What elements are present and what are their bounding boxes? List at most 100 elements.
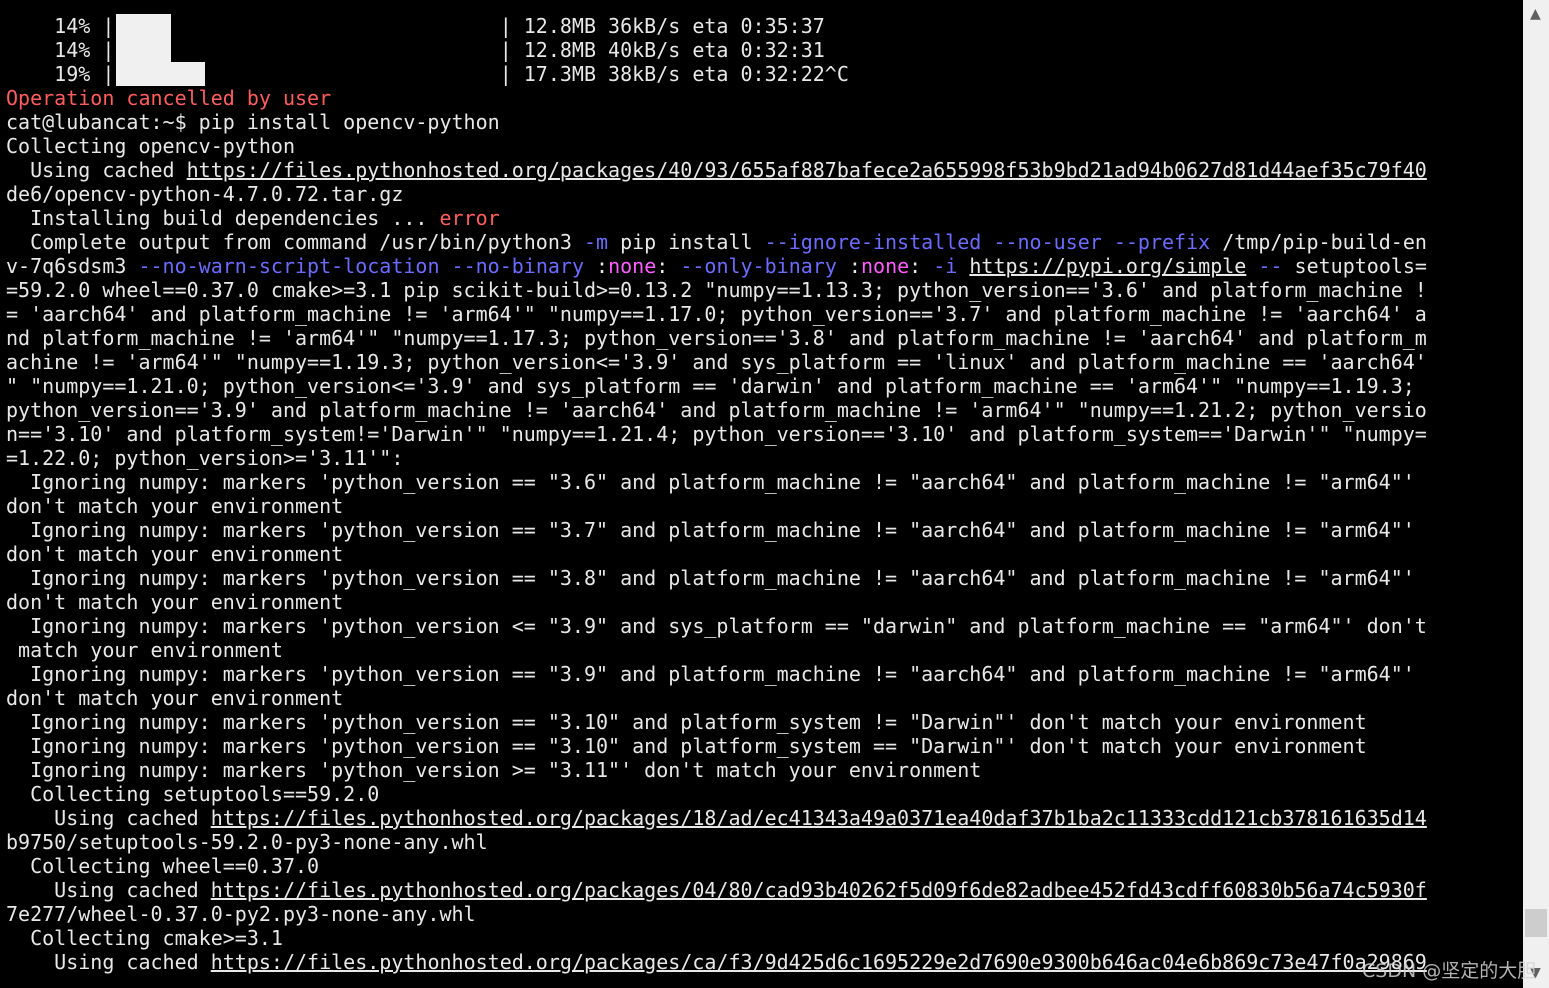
output-text: /tmp/pip-build-en xyxy=(1210,230,1427,254)
terminal-line: de6/opencv-python-4.7.0.72.tar.gz xyxy=(6,182,1427,206)
output-text: nd platform_machine != 'arm64'" "numpy==… xyxy=(6,326,1427,350)
output-text: Using cached xyxy=(6,158,187,182)
vertical-scrollbar[interactable]: ▲ ▼ xyxy=(1523,0,1549,988)
output-text: Ignoring numpy: markers 'python_version … xyxy=(6,470,1415,494)
terminal-line: achine != 'arm64'" "numpy==1.19.3; pytho… xyxy=(6,350,1427,374)
flag-text: -m xyxy=(583,230,609,254)
progress-bar-fill xyxy=(116,38,171,62)
scrollbar-thumb[interactable] xyxy=(1525,908,1547,937)
url-link[interactable]: https://files.pythonhosted.org/packages/… xyxy=(211,878,1427,902)
output-text: de6/opencv-python-4.7.0.72.tar.gz xyxy=(6,182,404,206)
flag-text: --no-user xyxy=(993,230,1102,254)
terminal-line: don't match your environment xyxy=(6,590,1427,614)
terminal-line: Ignoring numpy: markers 'python_version … xyxy=(6,710,1427,734)
output-text: Ignoring numpy: markers 'python_version … xyxy=(6,518,1415,542)
output-text: =1.22.0; python_version>='3.11'": xyxy=(6,446,404,470)
terminal-line: python_version=='3.9' and platform_machi… xyxy=(6,398,1427,422)
output-text: Ignoring numpy: markers 'python_version … xyxy=(6,758,982,782)
red-text: error xyxy=(439,206,500,230)
output-text: 7e277/wheel-0.37.0-py2.py3-none-any.whl xyxy=(6,902,476,926)
terminal-line: Operation cancelled by user xyxy=(6,86,1427,110)
terminal-line: Collecting cmake>=3.1 xyxy=(6,926,1427,950)
url-link[interactable]: https://files.pythonhosted.org/packages/… xyxy=(187,158,1427,182)
terminal-line: cat@lubancat:~$ pip install opencv-pytho… xyxy=(6,110,1427,134)
terminal-line: Complete output from command /usr/bin/py… xyxy=(6,230,1427,254)
output-text: Complete output from command /usr/bin/py… xyxy=(6,230,584,254)
output-text: = 'aarch64' and platform_machine != 'arm… xyxy=(6,302,1427,326)
flag-text: --no-binary xyxy=(451,254,584,278)
output-text: n=='3.10' and platform_system!='Darwin'"… xyxy=(6,422,1427,446)
output-text: don't match your environment xyxy=(6,542,344,566)
terminal-line: Using cached https://files.pythonhosted.… xyxy=(6,878,1427,902)
terminal-line: =59.2.0 wheel==0.37.0 cmake>=3.1 pip sci… xyxy=(6,278,1427,302)
progress-line: 19% | | 17.3MB 38kB/s eta 0:32:22^C xyxy=(6,62,1427,86)
terminal-line: don't match your environment xyxy=(6,686,1427,710)
terminal-line: Collecting wheel==0.37.0 xyxy=(6,854,1427,878)
output-text: Collecting setuptools==59.2.0 xyxy=(6,782,380,806)
terminal-line: nd platform_machine != 'arm64'" "numpy==… xyxy=(6,326,1427,350)
terminal-line: Ignoring numpy: markers 'python_version … xyxy=(6,470,1427,494)
flag-text: --only-binary xyxy=(680,254,837,278)
output-text: Collecting wheel==0.37.0 xyxy=(6,854,320,878)
url-link[interactable]: https://files.pythonhosted.org/packages/… xyxy=(211,806,1427,830)
terminal-line: Installing build dependencies ... error xyxy=(6,206,1427,230)
output-text: pip install xyxy=(608,230,765,254)
terminal-line: Ignoring numpy: markers 'python_version … xyxy=(6,662,1427,686)
output-text: : xyxy=(656,254,681,278)
output-text: =59.2.0 wheel==0.37.0 cmake>=3.1 pip sci… xyxy=(6,278,1427,302)
output-text: Using cached xyxy=(6,950,211,974)
output-text: setuptools= xyxy=(1282,254,1427,278)
url-link[interactable]: https://pypi.org/simple xyxy=(969,254,1246,278)
terminal-line: 7e277/wheel-0.37.0-py2.py3-none-any.whl xyxy=(6,902,1427,926)
flag-text: --ignore-installed xyxy=(764,230,982,254)
output-text: Ignoring numpy: markers 'python_version … xyxy=(6,566,1415,590)
output-text: Ignoring numpy: markers 'python_version … xyxy=(6,734,1367,758)
terminal-line: Ignoring numpy: markers 'python_version … xyxy=(6,734,1427,758)
progress-stats: | 12.8MB 40kB/s eta 0:32:31 xyxy=(499,38,825,62)
output-text: Installing build dependencies ... xyxy=(6,206,440,230)
output-text: : xyxy=(836,254,861,278)
terminal-line: b9750/setuptools-59.2.0-py3-none-any.whl xyxy=(6,830,1427,854)
terminal-line: Ignoring numpy: markers 'python_version … xyxy=(6,614,1427,638)
terminal-line: Using cached https://files.pythonhosted.… xyxy=(6,158,1427,182)
output-text: Ignoring numpy: markers 'python_version … xyxy=(6,662,1415,686)
terminal-line: v-7q6sdsm3 --no-warn-script-location --n… xyxy=(6,254,1427,278)
scroll-up-icon[interactable]: ▲ xyxy=(1530,6,1541,22)
output-text: achine != 'arm64'" "numpy==1.19.3; pytho… xyxy=(6,350,1427,374)
progress-percent: 19% | xyxy=(6,62,115,86)
output-text: : xyxy=(583,254,609,278)
output-text: : xyxy=(909,254,934,278)
output-text: " "numpy==1.21.0; python_version<='3.9' … xyxy=(6,374,1415,398)
output-text: cat@lubancat:~$ pip install opencv-pytho… xyxy=(6,110,500,134)
output-text: Ignoring numpy: markers 'python_version … xyxy=(6,710,1367,734)
terminal-line: Ignoring numpy: markers 'python_version … xyxy=(6,566,1427,590)
output-text: match your environment xyxy=(6,638,283,662)
output-text: don't match your environment xyxy=(6,494,344,518)
terminal-output: 14% | | 12.8MB 36kB/s eta 0:35:37 14% | … xyxy=(6,14,1427,974)
terminal-line: match your environment xyxy=(6,638,1427,662)
url-link[interactable]: https://files.pythonhosted.org/packages/… xyxy=(211,950,1427,974)
progress-stats: | 12.8MB 36kB/s eta 0:35:37 xyxy=(499,14,825,38)
none-text: none xyxy=(608,254,657,278)
terminal-line: n=='3.10' and platform_system!='Darwin'"… xyxy=(6,422,1427,446)
terminal-window[interactable]: 14% | | 12.8MB 36kB/s eta 0:35:37 14% | … xyxy=(0,0,1523,988)
terminal-line: Ignoring numpy: markers 'python_version … xyxy=(6,758,1427,782)
output-text: Ignoring numpy: markers 'python_version … xyxy=(6,614,1427,638)
progress-line: 14% | | 12.8MB 40kB/s eta 0:32:31 xyxy=(6,38,1427,62)
terminal-line: Collecting opencv-python xyxy=(6,134,1427,158)
progress-stats: | 17.3MB 38kB/s eta 0:32:22^C xyxy=(499,62,849,86)
progress-line: 14% | | 12.8MB 36kB/s eta 0:35:37 xyxy=(6,14,1427,38)
terminal-line: = 'aarch64' and platform_machine != 'arm… xyxy=(6,302,1427,326)
progress-percent: 14% | xyxy=(6,14,115,38)
terminal-line: don't match your environment xyxy=(6,542,1427,566)
output-text: python_version=='3.9' and platform_machi… xyxy=(6,398,1427,422)
flag-text: -i xyxy=(933,254,958,278)
terminal-line: Using cached https://files.pythonhosted.… xyxy=(6,806,1427,830)
terminal-line: =1.22.0; python_version>='3.11'": xyxy=(6,446,1427,470)
terminal-line: " "numpy==1.21.0; python_version<='3.9' … xyxy=(6,374,1427,398)
